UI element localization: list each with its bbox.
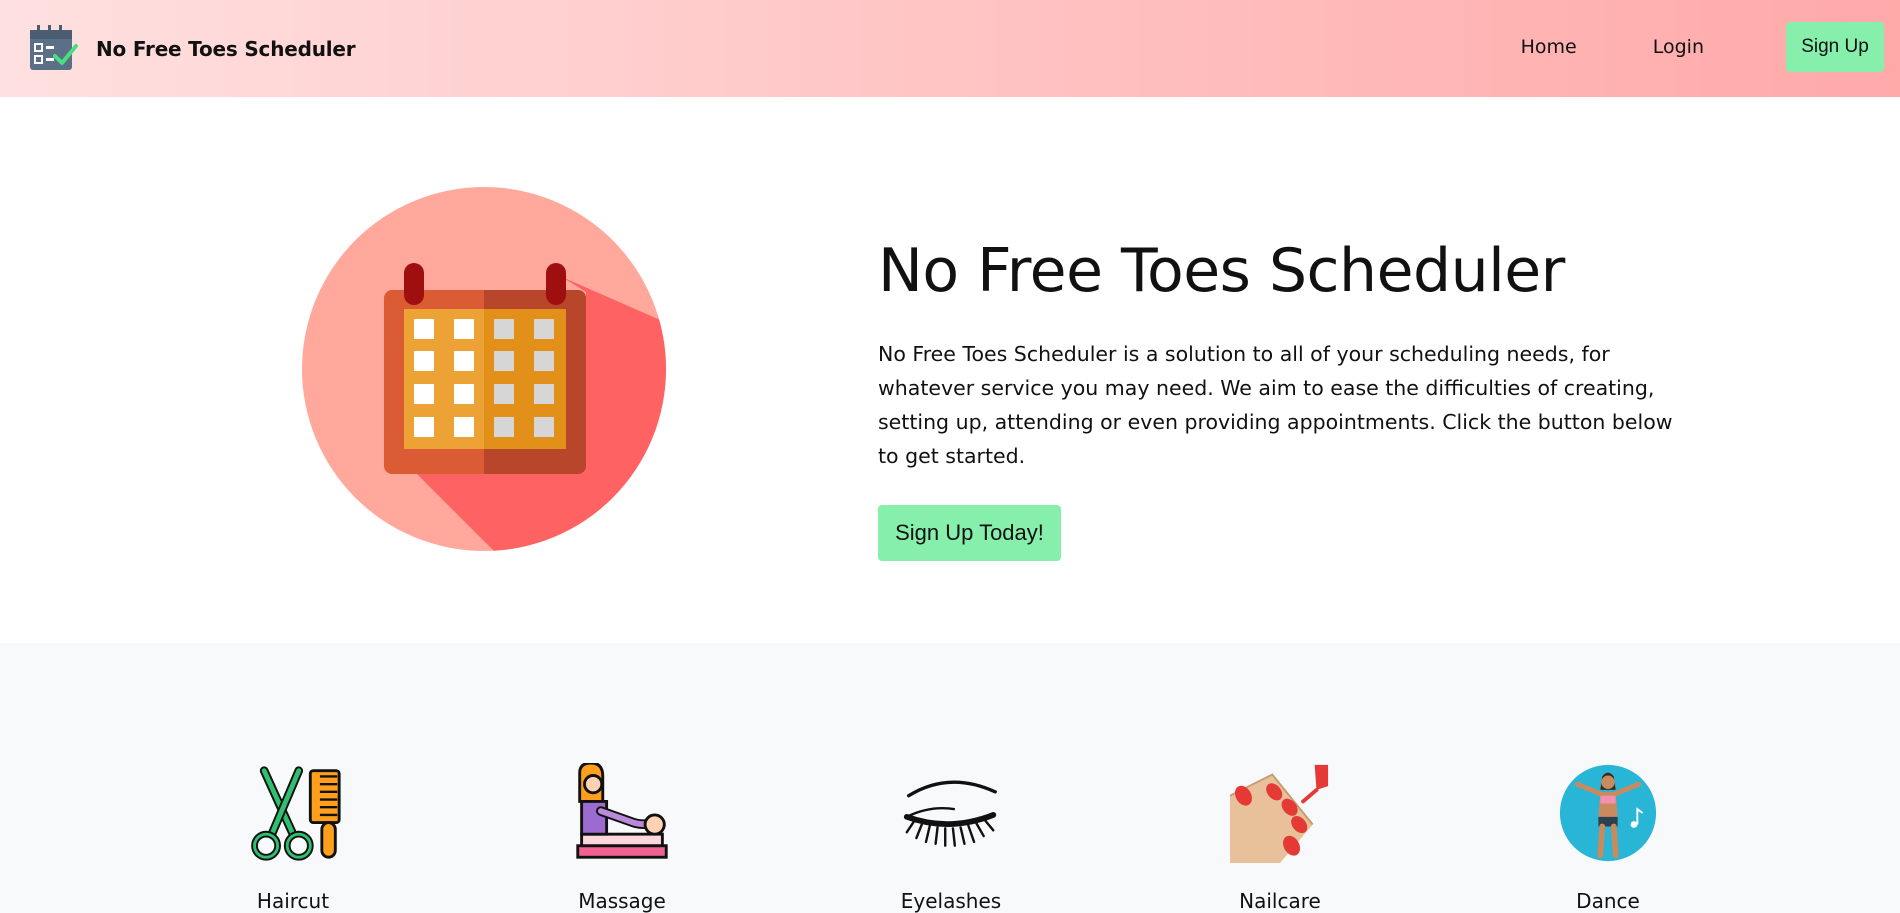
nav-link-login[interactable]: Login [1637, 24, 1720, 70]
dancer-icon [1559, 764, 1657, 862]
service-massage[interactable]: Massage [542, 763, 702, 913]
nav-links: Home Login Sign Up [1461, 22, 1884, 72]
service-label: Dance [1576, 889, 1640, 913]
nav-link-home[interactable]: Home [1505, 24, 1593, 70]
hero-title: No Free Toes Scheduler [878, 236, 1565, 306]
brand-name: No Free Toes Scheduler [96, 37, 356, 61]
brand-link[interactable]: No Free Toes Scheduler [28, 24, 356, 74]
service-nailcare[interactable]: Nailcare [1200, 763, 1360, 913]
service-label: Eyelashes [900, 889, 1002, 913]
calendar-check-icon [30, 25, 78, 70]
nail-polish-icon [1229, 764, 1329, 863]
calendar-illustration-icon [302, 187, 666, 551]
services-section: Haircut Massage Eyelashes Nailcare Dance [0, 643, 1900, 913]
massage-icon [576, 763, 668, 859]
signup-today-button[interactable]: Sign Up Today! [878, 505, 1061, 561]
service-label: Haircut [256, 889, 330, 913]
service-haircut[interactable]: Haircut [213, 763, 373, 913]
hero-description: No Free Toes Scheduler is a solution to … [878, 342, 1673, 468]
signup-button[interactable]: Sign Up [1786, 22, 1884, 72]
eyelash-icon [903, 780, 997, 847]
service-eyelashes[interactable]: Eyelashes [871, 763, 1031, 913]
top-navbar: No Free Toes Scheduler Home Login Sign U… [0, 0, 1900, 97]
hero-section: No Free Toes Scheduler No Free Toes Sche… [0, 97, 1900, 643]
service-dance[interactable]: Dance [1528, 763, 1688, 913]
hero-text: No Free Toes Scheduler No Free Toes Sche… [878, 235, 1698, 561]
service-label: Massage [578, 889, 666, 913]
service-label: Nailcare [1239, 889, 1321, 913]
scissors-comb-icon [251, 766, 341, 861]
